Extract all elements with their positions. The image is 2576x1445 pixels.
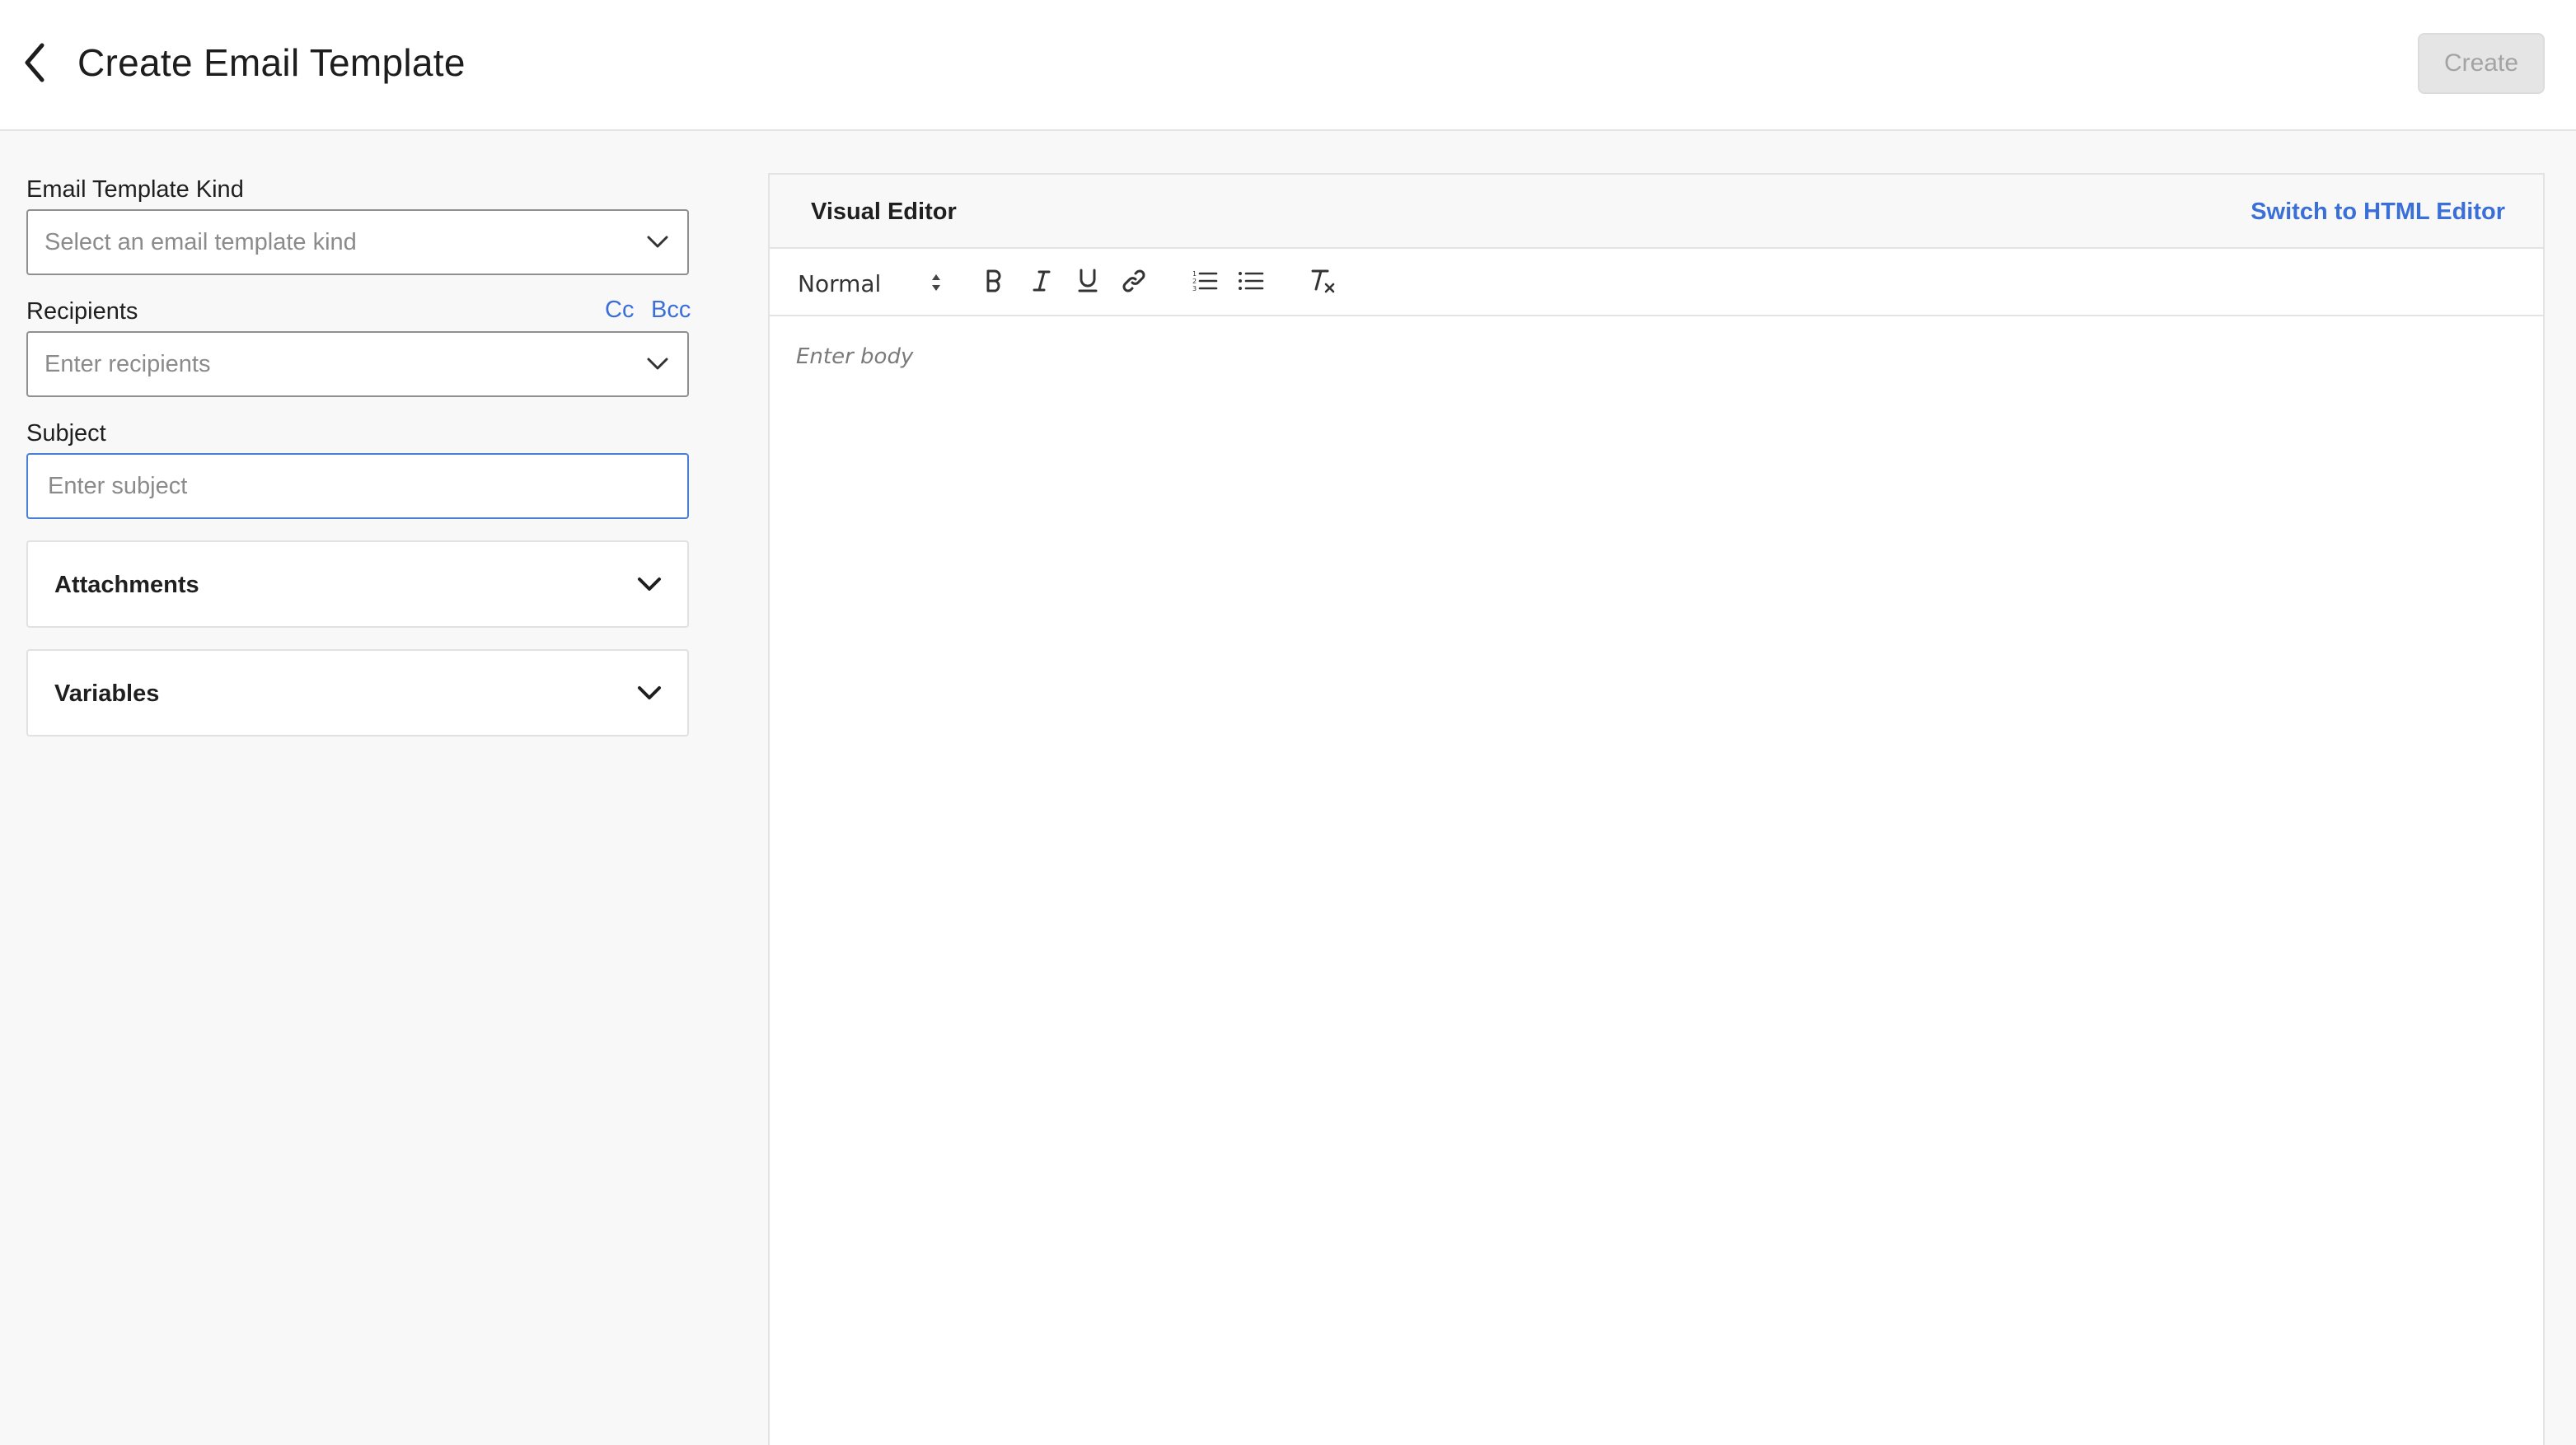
- attachments-label: Attachments: [54, 572, 199, 598]
- create-button[interactable]: Create: [2418, 33, 2545, 94]
- page-title: Create Email Template: [77, 41, 466, 84]
- chevron-left-icon: [22, 42, 47, 87]
- link-icon: [1121, 268, 1147, 298]
- editor-toolbar: Normal 1 2 3: [770, 249, 2543, 316]
- chevron-down-icon: [644, 229, 671, 255]
- recipients-label: Recipients: [26, 298, 138, 325]
- ordered-list-button[interactable]: 1 2 3: [1188, 265, 1221, 300]
- editor-body[interactable]: Enter body: [770, 316, 2543, 1445]
- subject-placeholder: Enter subject: [48, 472, 188, 499]
- clear-format-icon: [1308, 268, 1336, 298]
- format-select[interactable]: Normal: [798, 265, 943, 302]
- svg-text:2: 2: [1192, 278, 1197, 285]
- switch-to-html-editor-link[interactable]: Switch to HTML Editor: [2250, 197, 2505, 227]
- svg-text:1: 1: [1192, 270, 1197, 278]
- format-select-value: Normal: [798, 269, 882, 297]
- chevron-down-icon: [636, 680, 663, 706]
- bold-icon: [984, 269, 1004, 297]
- attachments-accordion[interactable]: Attachments: [26, 540, 689, 628]
- italic-icon: [1032, 269, 1051, 297]
- clear-format-button[interactable]: [1305, 265, 1338, 300]
- visual-editor-panel: Visual Editor Switch to HTML Editor Norm…: [768, 173, 2545, 1445]
- bullet-list-icon: [1238, 269, 1264, 297]
- underline-icon: [1077, 268, 1098, 298]
- italic-button[interactable]: [1025, 265, 1058, 300]
- recipients-select[interactable]: Enter recipients: [26, 331, 689, 397]
- recipients-placeholder: Enter recipients: [44, 350, 211, 377]
- editor-title: Visual Editor: [811, 199, 957, 225]
- chevron-down-icon: [636, 571, 663, 597]
- up-down-icon: [930, 272, 943, 297]
- bold-button[interactable]: [977, 265, 1010, 300]
- bcc-link[interactable]: Bcc: [651, 297, 691, 324]
- back-button[interactable]: [18, 41, 51, 87]
- subject-label: Subject: [26, 420, 106, 447]
- variables-accordion[interactable]: Variables: [26, 649, 689, 737]
- editor-header: Visual Editor Switch to HTML Editor: [770, 175, 2543, 249]
- ordered-list-icon: 1 2 3: [1192, 269, 1218, 297]
- subject-input[interactable]: Enter subject: [26, 453, 689, 519]
- template-kind-placeholder: Select an email template kind: [44, 228, 357, 255]
- body-placeholder: Enter body: [796, 344, 914, 369]
- variables-label: Variables: [54, 680, 160, 707]
- template-kind-select[interactable]: Select an email template kind: [26, 209, 689, 275]
- cc-link[interactable]: Cc: [605, 297, 634, 324]
- link-button[interactable]: [1117, 265, 1150, 300]
- template-kind-label: Email Template Kind: [26, 176, 244, 203]
- underline-button[interactable]: [1071, 265, 1104, 300]
- top-bar: Create Email Template Create: [0, 0, 2576, 131]
- bullet-list-button[interactable]: [1234, 265, 1267, 300]
- chevron-down-icon: [644, 351, 671, 377]
- svg-text:3: 3: [1192, 285, 1197, 292]
